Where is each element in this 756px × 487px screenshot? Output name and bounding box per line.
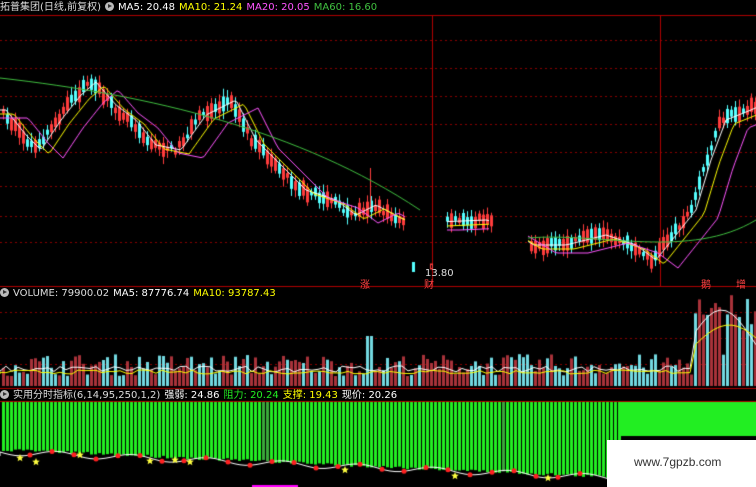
indicator-name: 实用分时指标(6,14,95,250,1,2): [13, 390, 161, 401]
volume-ma5: MA5: 87776.74: [113, 288, 190, 299]
ma5-value: MA5: 20.48: [117, 2, 175, 13]
watermark-box: www.7gpzb.com: [607, 440, 756, 487]
indicator-support: 支撑: 19.43: [282, 390, 338, 401]
event-label-cai[interactable]: 财: [424, 276, 434, 291]
indicator-strength: 强弱: 24.86: [164, 390, 220, 401]
settings-circle-icon[interactable]: [104, 2, 114, 11]
price-panel-header: 拓普集团(日线,前复权) MA5: 20.48 MA10: 21.24 MA20: 2…: [0, 1, 381, 15]
stock-title: 拓普集团(日线,前复权): [0, 2, 101, 13]
volume-settings-icon[interactable]: [0, 288, 9, 297]
volume-panel-header: VOLUME: 79900.02 MA5: 87776.74 MA10: 93787…: [0, 287, 280, 301]
ma60-value: MA60: 16.60: [313, 2, 378, 13]
stock-chart-canvas[interactable]: [0, 0, 756, 487]
volume-ma10: MA10: 93787.43: [193, 288, 276, 299]
event-label-e[interactable]: 鹅: [701, 276, 711, 291]
event-label-zeng[interactable]: 增: [736, 276, 746, 291]
indicator-settings-icon[interactable]: [0, 390, 9, 399]
event-label-zhang[interactable]: 涨: [360, 276, 370, 291]
ma20-value: MA20: 20.05: [246, 2, 310, 13]
volume-value: VOLUME: 79900.02: [13, 288, 110, 299]
indicator-panel-header: 实用分时指标(6,14,95,250,1,2) 强弱: 24.86 阻力: 20.2…: [0, 389, 401, 403]
indicator-current: 现价: 20.26: [341, 390, 398, 401]
indicator-resistance: 阻力: 20.24: [223, 390, 279, 401]
ma10-value: MA10: 21.24: [179, 2, 243, 13]
watermark-text: www.7gpzb.com: [634, 455, 722, 469]
